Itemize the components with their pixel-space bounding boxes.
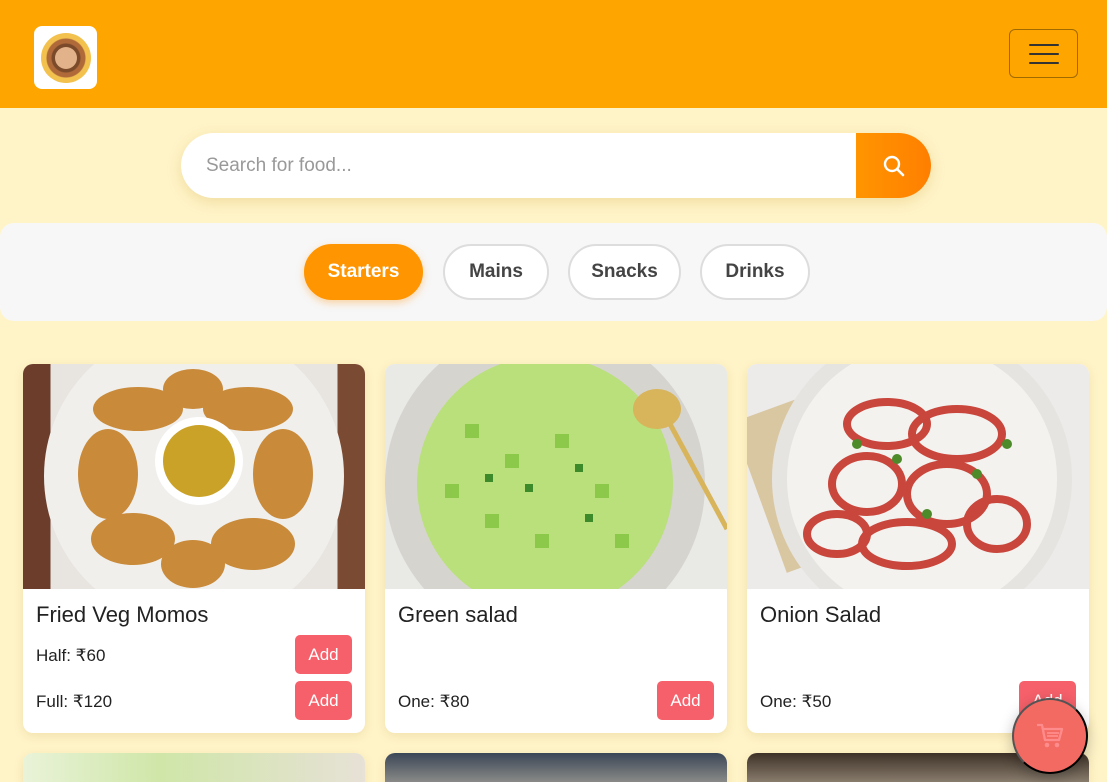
hamburger-menu-button[interactable] — [1009, 29, 1078, 78]
price-half: Half: ₹60 — [36, 646, 106, 665]
add-one-button[interactable]: Add — [657, 681, 714, 720]
search-input[interactable] — [181, 133, 856, 198]
menu-item-card: Fried Veg Momos Half: ₹60 Add Full: ₹120… — [23, 364, 365, 733]
hamburger-menu-icon — [1028, 43, 1059, 46]
tab-mains[interactable]: Mains — [443, 244, 549, 300]
menu-item-card: Green salad One: ₹80 Add — [385, 364, 727, 733]
item-name: Green salad — [398, 602, 518, 627]
tab-starters[interactable]: Starters — [304, 244, 423, 300]
price-one: One: ₹80 — [398, 692, 470, 711]
menu-item-card-partial — [385, 753, 727, 782]
tab-snacks[interactable]: Snacks — [568, 244, 681, 300]
price-one: One: ₹50 — [760, 692, 832, 711]
search-bar — [181, 133, 931, 198]
search-icon — [883, 155, 904, 176]
item-name: Onion Salad — [760, 602, 882, 627]
item-name: Fried Veg Momos — [36, 602, 209, 627]
menu-item-card: Onion Salad One: ₹50 Add — [747, 364, 1089, 733]
add-full-button[interactable]: Add — [295, 681, 352, 720]
food-image-onion-salad — [747, 364, 1089, 589]
food-image-momos — [23, 364, 365, 589]
cart-icon — [1037, 723, 1064, 748]
restaurant-logo[interactable] — [34, 26, 97, 89]
menu-item-card-partial — [23, 753, 365, 782]
tab-drinks[interactable]: Drinks — [700, 244, 810, 300]
search-button[interactable] — [856, 133, 931, 198]
cart-button[interactable] — [1012, 698, 1088, 774]
category-tabs: Starters Mains Snacks Drinks — [0, 223, 1107, 321]
price-full: Full: ₹120 — [36, 692, 113, 711]
add-half-button[interactable]: Add — [295, 635, 352, 674]
logo-emblem — [40, 32, 91, 83]
top-navbar — [0, 0, 1107, 108]
food-image-green-salad — [385, 364, 727, 589]
